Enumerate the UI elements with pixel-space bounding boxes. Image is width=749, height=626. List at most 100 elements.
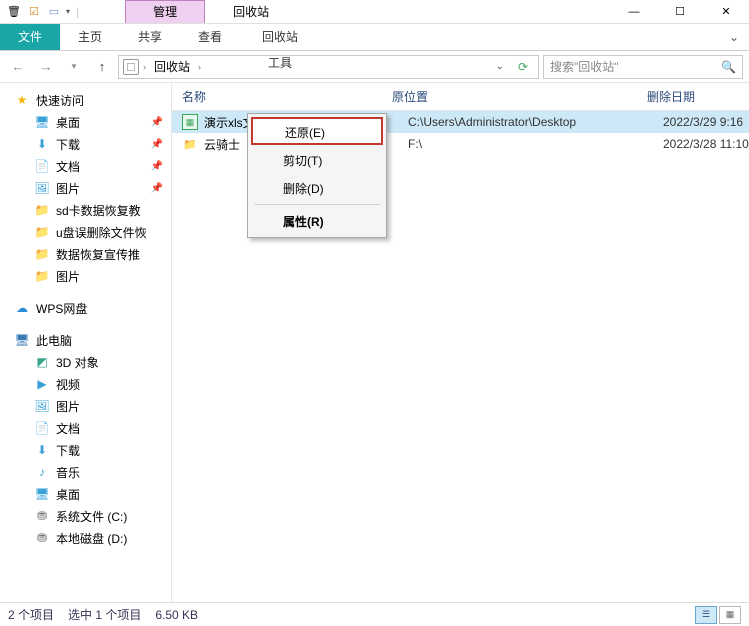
tree-quick-item-5[interactable]: 📁 u盘误删除文件恢 [0,221,171,243]
main-area: ★快速访问🖥桌面📌⬇下载📌📄文档📌🖼图片📌📁sd卡数据恢复教📁u盘误删除文件恢📁… [0,83,749,602]
tree-item-label: 此电脑 [36,332,72,349]
ribbon-tab-file[interactable]: 文件 [0,24,60,50]
column-header-name[interactable]: 名称 [182,88,392,105]
column-header-original-location[interactable]: 原位置 [392,88,647,105]
file-delete-date: 2022/3/29 9:16 [663,115,749,129]
ribbon-tab-share[interactable]: 共享 [120,24,180,50]
doc-icon: 📄 [34,420,50,436]
tree-item-label: 桌面 [56,486,80,503]
tree-quick-item-2[interactable]: 📄文档📌 [0,155,171,177]
file-delete-date: 2022/3/28 11:10 [663,137,749,151]
folder-icon: 📁 [182,136,198,152]
qat-dropdown-icon[interactable]: ▾ [66,7,70,16]
pin-icon: 📌 [151,139,163,150]
tree-pc-item-5[interactable]: ♪音乐 [0,461,171,483]
file-list-pane: 名称 原位置 删除日期 ▦演示xls文件C:\Users\Administrat… [172,83,749,602]
nav-back-button[interactable]: ← [6,55,30,79]
tree-item-label: u盘误删除文件恢 [56,224,147,241]
context-menu-item[interactable]: 剪切(T) [250,146,384,174]
desktop-icon: 🖥 [34,486,50,502]
tree-item-label: 桌面 [56,114,80,131]
tree-pc-item-8[interactable]: ⛃ 本地磁盘 (D:) [0,527,171,549]
tree-pc-item-1[interactable]: ▶ 视频 [0,373,171,395]
context-menu-item[interactable]: 还原(E) [251,117,383,145]
tree-quick-item-3[interactable]: 🖼图片📌 [0,177,171,199]
column-header-delete-date[interactable]: 删除日期 [647,88,749,105]
quick-access-toolbar: 🗑 ☑ ▭ ▾ | [0,4,85,20]
window-maximize-button[interactable]: ☐ [657,0,703,24]
refresh-button[interactable]: ⟳ [512,60,534,74]
tree-item-label: 图片 [56,398,80,415]
context-menu-item[interactable]: 属性(R) [250,207,384,235]
tree-item-label: 下载 [56,136,80,153]
tree-quick-item-7[interactable]: 📁图片 [0,265,171,287]
address-bar[interactable]: › 回收站 › ⌄ ⟳ [118,55,539,79]
down-icon: ⬇ [34,136,50,152]
window-close-button[interactable]: ✕ [703,0,749,24]
qat-checkbox-icon[interactable]: ☑ [26,4,42,20]
tree-item-label: 视频 [56,376,80,393]
folder-icon: 📁 [34,202,50,218]
drive-icon: ⛃ [34,530,50,546]
nav-history-dropdown[interactable]: ▾ [62,55,86,79]
status-size: 6.50 KB [155,608,198,622]
nav-forward-button: → [34,55,58,79]
folder-icon: 📁 [34,246,50,262]
title-bar: 🗑 ☑ ▭ ▾ | 管理 回收站 — ☐ ✕ [0,0,749,24]
qat-properties-icon[interactable]: ▭ [46,4,62,20]
tree-item-label: 系统文件 (C:) [56,508,127,525]
tree-pc-item-4[interactable]: ⬇下载 [0,439,171,461]
nav-up-button[interactable]: ↑ [90,55,114,79]
ribbon-tab-view[interactable]: 查看 [180,24,240,50]
search-icon[interactable]: 🔍 [721,60,736,74]
wps-icon: ☁ [14,300,30,316]
pic-icon: 🖼 [34,398,50,414]
address-dropdown-icon[interactable]: ⌄ [492,61,508,72]
tree-pc-item-2[interactable]: 🖼 图片 [0,395,171,417]
ribbon-tabs: 文件 主页 共享 查看 回收站工具 ⌄ [0,24,749,51]
tree-item-label: 本地磁盘 (D:) [56,530,127,547]
breadcrumb-root[interactable]: 回收站 [150,58,194,75]
ribbon-collapse-button[interactable]: ⌄ [719,24,749,50]
window-title: 回收站 [205,0,297,24]
tree-wps[interactable]: ☁ WPS网盘 [0,297,171,319]
recycle-bin-path-icon [123,59,139,75]
pc-icon: 🖥 [14,332,30,348]
tree-quick-item-0[interactable]: 🖥桌面📌 [0,111,171,133]
navigation-tree: ★快速访问🖥桌面📌⬇下载📌📄文档📌🖼图片📌📁sd卡数据恢复教📁u盘误删除文件恢📁… [0,83,172,602]
window-minimize-button[interactable]: — [611,0,657,24]
ribbon-tab-recycle-tools[interactable]: 回收站工具 [240,24,320,50]
ribbon-tab-home[interactable]: 主页 [60,24,120,50]
file-original-location: C:\Users\Administrator\Desktop [408,115,663,129]
tree-pc-item-7[interactable]: ⛃系统文件 (C:) [0,505,171,527]
tree-quick-item-1[interactable]: ⬇ 下载 📌 [0,133,171,155]
tree-quick-item-4[interactable]: 📁sd卡数据恢复教 [0,199,171,221]
star-icon: ★ [14,92,30,108]
context-menu-item[interactable]: 删除(D) [250,174,384,202]
view-details-button[interactable]: ☰ [695,606,717,624]
status-item-count: 2 个项目 [8,606,54,623]
tree-item-label: 文档 [56,420,80,437]
tree-quick-item-6[interactable]: 📁数据恢复宣传推 [0,243,171,265]
context-menu: 还原(E)剪切(T)删除(D) 属性(R) [247,113,387,238]
chevron-right-icon[interactable]: › [143,62,146,72]
file-original-location: F:\ [408,137,663,151]
pic-icon: 🖼 [34,180,50,196]
tree-this-pc[interactable]: 🖥 此电脑 [0,329,171,351]
pin-icon: 📌 [151,117,163,128]
qat-separator: | [76,5,79,19]
tree-pc-item-3[interactable]: 📄 文档 [0,417,171,439]
tree-item-label: 文档 [56,158,80,175]
video-icon: ▶ [34,376,50,392]
doc-icon: 📄 [34,158,50,174]
tree-quick-access[interactable]: ★ 快速访问 [0,89,171,111]
view-thumbnails-button[interactable]: ▦ [719,606,741,624]
tree-pc-item-0[interactable]: ◩3D 对象 [0,351,171,373]
tree-item-label: 快速访问 [36,92,84,109]
tree-item-label: WPS网盘 [36,300,87,317]
chevron-right-icon[interactable]: › [198,62,201,72]
tree-pc-item-6[interactable]: 🖥 桌面 [0,483,171,505]
obj3d-icon: ◩ [34,354,50,370]
search-input[interactable]: 搜索"回收站" 🔍 [543,55,743,79]
folder-icon: 📁 [34,224,50,240]
